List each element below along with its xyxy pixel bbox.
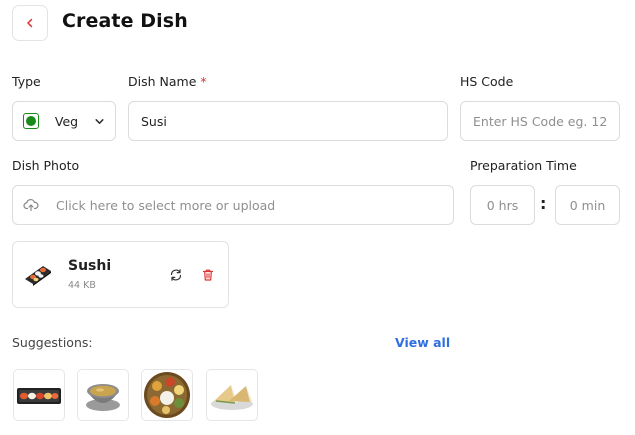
time-separator: : (540, 194, 547, 213)
prep-minutes-placeholder: 0 min (569, 197, 606, 213)
dish-name-input[interactable] (128, 101, 448, 141)
trash-icon (202, 269, 214, 281)
preparation-time-label: Preparation Time (470, 158, 577, 173)
refresh-icon (170, 269, 182, 281)
prep-hours-placeholder: 0 hrs (486, 197, 519, 213)
cloud-upload-icon (23, 199, 39, 212)
suggestions-label: Suggestions: (12, 335, 93, 350)
suggestion-soup-bowl[interactable] (77, 369, 129, 421)
dish-name-label-text: Dish Name (128, 74, 197, 89)
file-name: Sushi (68, 258, 112, 274)
uploaded-file-card: Sushi 44 KB (12, 241, 229, 308)
type-select-value: Veg (54, 113, 79, 129)
sushi-platter-image (17, 388, 61, 404)
replace-file-button[interactable] (168, 267, 184, 283)
type-label: Type (12, 74, 41, 89)
page-title: Create Dish (62, 10, 188, 32)
view-all-link[interactable]: View all (395, 335, 450, 350)
required-asterisk: * (200, 74, 207, 89)
delete-file-button[interactable] (200, 267, 216, 283)
hs-code-field[interactable] (473, 113, 607, 129)
chevron-left-icon (27, 18, 33, 28)
thali-plate-image (144, 372, 190, 418)
sandwich-image (211, 385, 253, 410)
suggestion-thali-plate[interactable] (141, 369, 193, 421)
dish-photo-upload[interactable]: Click here to select more or upload (12, 185, 454, 225)
soup-bowl-image (86, 384, 120, 411)
upload-placeholder: Click here to select more or upload (56, 197, 276, 213)
dish-name-label: Dish Name * (128, 74, 207, 89)
prep-hours-input[interactable]: 0 hrs (470, 185, 535, 225)
hs-code-input[interactable] (460, 101, 620, 141)
dish-name-field[interactable] (141, 113, 435, 129)
suggestion-sushi-platter[interactable] (13, 369, 65, 421)
sushi-thumbnail (23, 262, 53, 288)
suggestion-sandwich[interactable] (206, 369, 258, 421)
prep-minutes-input[interactable]: 0 min (555, 185, 620, 225)
veg-indicator-icon (23, 113, 39, 129)
chevron-down-icon (95, 118, 104, 124)
hs-code-label: HS Code (460, 74, 514, 89)
back-button[interactable] (12, 5, 48, 41)
dish-photo-label: Dish Photo (12, 158, 80, 173)
file-size: 44 KB (68, 280, 96, 291)
type-select[interactable]: Veg (12, 101, 116, 141)
